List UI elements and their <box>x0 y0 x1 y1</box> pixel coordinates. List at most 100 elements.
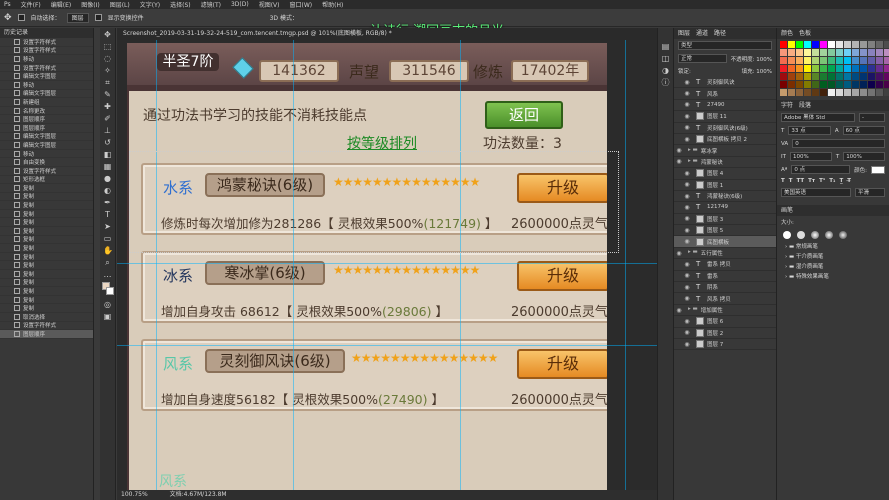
color-swatch-chip[interactable] <box>844 41 851 48</box>
visibility-eye-icon[interactable]: ◉ <box>682 79 692 86</box>
history-item[interactable]: 编辑文字图层 <box>0 72 93 81</box>
layer-row[interactable]: ◉ 图层 4 <box>674 168 776 180</box>
color-swatch-chip[interactable] <box>788 57 795 64</box>
history-item[interactable]: 移动 <box>0 150 93 159</box>
color-swatch-chip[interactable] <box>868 73 875 80</box>
visibility-eye-icon[interactable]: ◉ <box>682 341 692 348</box>
layer-row[interactable]: ◉ T 灵刻御风诀 <box>674 77 776 89</box>
menu-item[interactable]: 图层(L) <box>110 0 130 9</box>
color-swatch-chip[interactable] <box>788 81 795 88</box>
color-swatch-chip[interactable] <box>852 41 859 48</box>
tab-channels[interactable]: 通道 <box>696 28 708 39</box>
tracking-field[interactable]: 0 <box>792 139 885 148</box>
color-swatch-chip[interactable] <box>820 65 827 72</box>
history-item[interactable]: 复制 <box>0 218 93 228</box>
move-icon[interactable]: ✥ <box>103 30 112 39</box>
tab-color[interactable]: 颜色 <box>781 28 793 39</box>
color-swatch-chip[interactable] <box>852 73 859 80</box>
screen-mode-icon[interactable]: ▣ <box>103 312 112 321</box>
crop-icon[interactable]: ⌗ <box>103 78 112 87</box>
color-swatch-chip[interactable] <box>836 57 843 64</box>
underline-icon[interactable]: T̲ <box>839 178 843 184</box>
menu-item[interactable]: 文件(F) <box>21 0 41 9</box>
color-swatch-chip[interactable] <box>852 57 859 64</box>
color-swatch-chip[interactable] <box>820 73 827 80</box>
visibility-eye-icon[interactable]: ◉ <box>682 227 692 234</box>
brush-preset-icon[interactable] <box>811 231 819 239</box>
color-swatch-chip[interactable] <box>828 73 835 80</box>
color-swatch-chip[interactable] <box>796 81 803 88</box>
color-swatch-chip[interactable] <box>836 89 843 96</box>
visibility-eye-icon[interactable]: ◉ <box>674 250 684 257</box>
color-swatch-chip[interactable] <box>876 73 883 80</box>
history-item[interactable]: 自由变换 <box>0 158 93 167</box>
layer-row[interactable]: ◉ ▸ ▬ 鸿蒙秘诀 <box>674 157 776 169</box>
brush-preset-icon[interactable] <box>783 231 791 239</box>
color-swatch-chip[interactable] <box>852 81 859 88</box>
panel-properties-icon[interactable]: ◫ <box>661 54 670 63</box>
history-item[interactable]: 取消选择 <box>0 313 93 322</box>
color-swatch-chip[interactable] <box>828 89 835 96</box>
color-swatch-chip[interactable] <box>852 89 859 96</box>
history-item[interactable]: 复制 <box>0 261 93 271</box>
color-swatch-chip[interactable] <box>820 81 827 88</box>
color-swatch-chip[interactable] <box>868 49 875 56</box>
color-swatch-chip[interactable] <box>820 57 827 64</box>
color-swatch-chip[interactable] <box>868 81 875 88</box>
color-swatch-chip[interactable] <box>796 57 803 64</box>
color-swatch-chip[interactable] <box>812 89 819 96</box>
color-swatch-chip[interactable] <box>844 73 851 80</box>
move-tool-icon[interactable]: ✥ <box>4 13 12 23</box>
visibility-eye-icon[interactable]: ◉ <box>674 307 684 314</box>
menu-item[interactable]: 3D(D) <box>231 1 249 8</box>
history-item[interactable]: 编辑文字图层 <box>0 141 93 150</box>
color-swatch-chip[interactable] <box>780 49 787 56</box>
color-swatch-chip[interactable] <box>796 49 803 56</box>
history-item[interactable]: 复制 <box>0 193 93 202</box>
history-item[interactable]: 复制 <box>0 201 93 210</box>
layer-row[interactable]: ◉ T 风系 拷贝 <box>674 293 776 305</box>
history-item[interactable]: 图层顺序 <box>0 115 93 124</box>
tab-swatches[interactable]: 色板 <box>799 28 811 39</box>
layer-row[interactable]: ◉ T 27490 <box>674 100 776 112</box>
color-swatch-chip[interactable] <box>836 49 843 56</box>
brush-group[interactable]: › ▬ 湿介质画笔 <box>777 262 889 272</box>
color-swatch-chip[interactable] <box>812 41 819 48</box>
color-swatch-chip[interactable] <box>868 57 875 64</box>
stamp-icon[interactable]: ⊥ <box>103 126 112 135</box>
color-swatch-chip[interactable] <box>788 41 795 48</box>
color-swatch-chip[interactable] <box>804 65 811 72</box>
visibility-eye-icon[interactable]: ◉ <box>682 204 692 211</box>
history-brush-icon[interactable]: ↺ <box>103 138 112 147</box>
visibility-eye-icon[interactable]: ◉ <box>682 90 692 97</box>
color-swatch-chip[interactable] <box>812 57 819 64</box>
color-swatch-chip[interactable] <box>860 73 867 80</box>
tab-layers[interactable]: 图层 <box>678 28 690 39</box>
back-button[interactable]: 返回 <box>485 101 563 129</box>
brush-group[interactable]: › ▬ 特殊效果画笔 <box>777 272 889 282</box>
font-style-dropdown[interactable]: - <box>859 113 885 122</box>
zoom-level[interactable]: 100.75% <box>121 491 148 498</box>
history-item[interactable]: 复制 <box>0 236 93 245</box>
visibility-eye-icon[interactable]: ◉ <box>682 101 692 108</box>
color-swatch-chip[interactable] <box>780 81 787 88</box>
color-swatch-chip[interactable] <box>804 89 811 96</box>
history-item[interactable]: 设置字符样式 <box>0 64 93 73</box>
history-item[interactable]: 复制 <box>0 279 93 288</box>
type-icon[interactable]: T <box>103 210 112 219</box>
language-dropdown[interactable]: 美国英语 <box>781 188 851 197</box>
lasso-icon[interactable]: ◌ <box>103 54 112 63</box>
color-swatch-chip[interactable] <box>788 73 795 80</box>
autoselect-dropdown[interactable]: 图层 <box>66 12 89 23</box>
history-item[interactable]: 复制 <box>0 253 93 262</box>
subscript-icon[interactable]: T₁ <box>829 178 835 184</box>
color-swatch-chip[interactable] <box>796 41 803 48</box>
color-swatch-chip[interactable] <box>884 89 889 96</box>
tab-character[interactable]: 字符 <box>781 100 793 111</box>
panel-history-icon[interactable]: ▤ <box>661 42 670 51</box>
canvas-area[interactable]: 半圣7阶 141362 声望 311546 修炼 17402年 通过功法书学习的… <box>117 40 657 490</box>
color-swatch-chip[interactable] <box>860 49 867 56</box>
color-swatch-chip[interactable] <box>812 65 819 72</box>
color-swatch-chip[interactable] <box>884 49 889 56</box>
history-item[interactable]: 移动 <box>0 55 93 64</box>
